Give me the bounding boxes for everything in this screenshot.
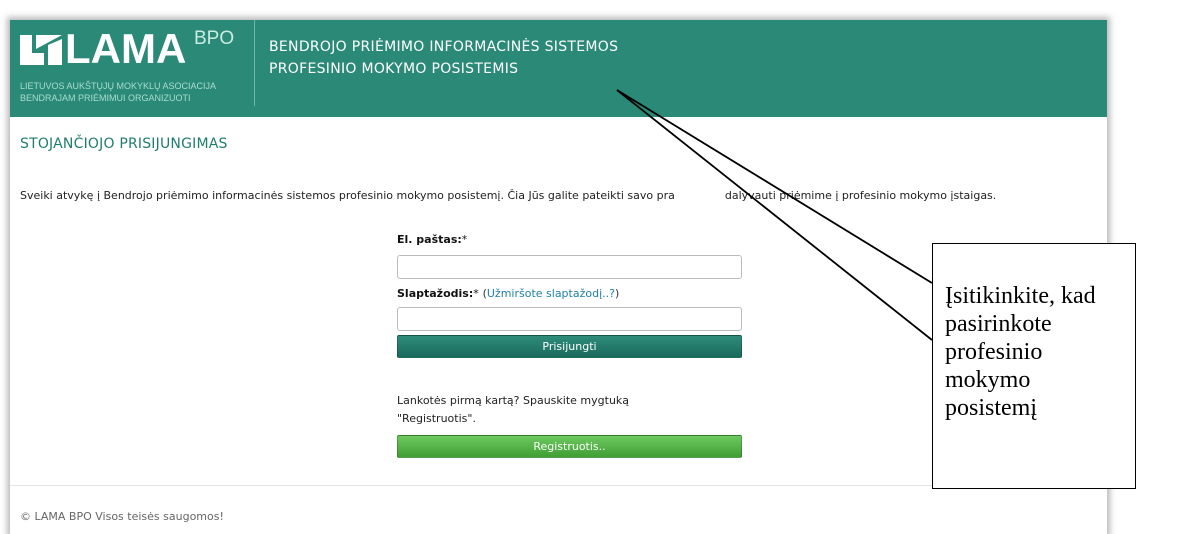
callout-pointer-line-upper <box>616 89 933 284</box>
callout-line-3: profesinio <box>945 339 1043 365</box>
callout-box: Įsitikinkite, kad pasirinkote profesinio… <box>932 243 1136 489</box>
callout-pointer-line-lower <box>616 89 933 341</box>
callout-line-4: mokymo <box>945 367 1031 393</box>
callout-line-2: pasirinkote <box>945 311 1052 337</box>
callout-line-5: posistemį <box>945 395 1038 421</box>
callout-line-1: Įsitikinkite, kad <box>945 283 1096 309</box>
